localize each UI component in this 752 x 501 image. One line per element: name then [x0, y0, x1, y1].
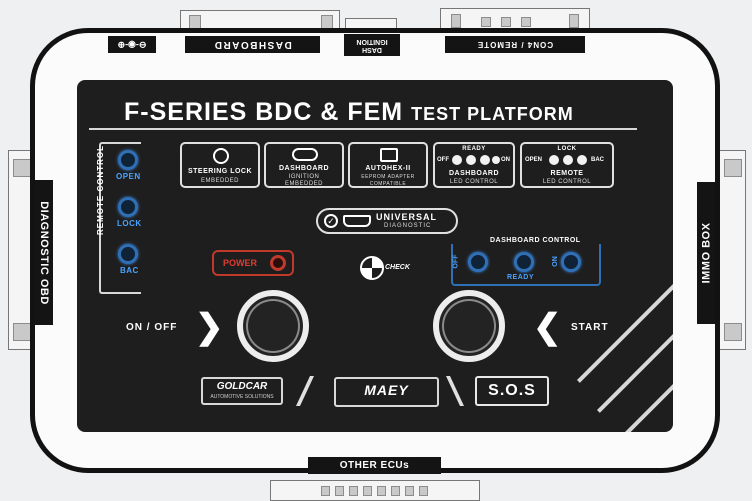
tile-steering-lock: STEERING LOCK EMBEDDED — [180, 142, 260, 188]
power-label: POWER — [223, 258, 258, 268]
remote-led-open-label: OPEN — [525, 157, 543, 163]
immo-connector — [718, 150, 746, 350]
sos-logo: S.O.S — [475, 376, 549, 406]
start-knob[interactable] — [433, 290, 505, 362]
dashboard-led-2 — [466, 155, 476, 165]
other-ecus-connector — [270, 480, 480, 501]
diagnostic-obd-label: DIAGNOSTIC OBD — [35, 180, 53, 325]
power-led — [270, 255, 286, 271]
remote-lock-button[interactable] — [118, 197, 138, 217]
dash-ready-label: READY — [507, 274, 535, 281]
tile-dashboard-led: READY OFF ON DASHBOARD LED CONTROL — [433, 142, 515, 188]
remote-led-bac-label: BAC — [591, 157, 604, 163]
goldcar-logo: GOLDCAR AUTOMOTIVE SOLUTIONS — [201, 377, 283, 405]
panel-subtitle: TEST PLATFORM — [411, 104, 574, 124]
power-indicator: POWER — [212, 250, 294, 276]
immo-box-label: IMMO BOX — [697, 182, 715, 324]
check-circle-icon: ✓ — [324, 214, 338, 228]
remote-bac-button[interactable] — [118, 244, 138, 264]
remote-led-1 — [549, 155, 559, 165]
diagnostic-label: DIAGNOSTIC — [384, 223, 432, 229]
control-panel: F-SERIES BDC & FEM TEST PLATFORM REMOTE … — [77, 80, 673, 432]
start-label: START — [571, 322, 609, 333]
tile-autohex: AUTOHEX-II EEPROM ADAPTER COMPATIBLE — [348, 142, 428, 188]
dash-off-button[interactable] — [468, 252, 488, 272]
dash-off-label: OFF — [452, 254, 460, 269]
remote-bac-label: BAC — [120, 266, 139, 275]
remote-led-3 — [577, 155, 587, 165]
dashboard-led-1 — [452, 155, 462, 165]
check-logo-icon — [360, 256, 384, 280]
chevron-left-icon: ❮ — [533, 308, 562, 346]
other-ecus-label: OTHER ECUs — [308, 457, 441, 474]
dashboard-led-3 — [480, 155, 490, 165]
remote-control-label: REMOTE CONTROL — [96, 145, 105, 235]
dashboard-led-on-label: ON — [501, 157, 510, 163]
maey-logo: MAEY — [334, 377, 439, 407]
remote-led-2 — [563, 155, 573, 165]
dash-on-button[interactable] — [561, 252, 581, 272]
power-jack-label: ⊖-◉-⊕ — [108, 36, 156, 53]
tile-dashboard-ignition: DASHBOARD IGNITION EMBEDDED — [264, 142, 344, 188]
dashboard-gauge-icon — [292, 148, 318, 161]
dashboard-port-label: DASHBOARD — [185, 36, 320, 53]
universal-label: UNIVERSAL — [376, 212, 438, 222]
remote-open-label: OPEN — [116, 172, 141, 181]
on-off-label: ON / OFF — [126, 322, 178, 333]
remote-lock-label: LOCK — [117, 219, 142, 228]
dash-ready-button[interactable] — [514, 252, 534, 272]
on-off-knob[interactable] — [237, 290, 309, 362]
panel-title: F-SERIES BDC & FEM TEST PLATFORM — [124, 98, 574, 126]
check-logo-label: CHECK — [385, 264, 410, 271]
remote-port-label: CON4 / REMOTE — [445, 36, 585, 53]
dash-ignition-label: DASH IGNITION — [344, 34, 400, 56]
logo-divider-left — [296, 376, 314, 406]
dashboard-led-off-label: OFF — [437, 157, 449, 163]
universal-diagnostic-badge: ✓ UNIVERSAL DIAGNOSTIC — [316, 208, 458, 234]
steering-wheel-icon — [213, 148, 229, 164]
dash-on-label: ON — [551, 256, 559, 267]
dashboard-led-4 — [492, 156, 500, 164]
title-underline — [89, 128, 637, 130]
remote-open-button[interactable] — [118, 150, 138, 170]
chevron-right-icon: ❯ — [195, 308, 224, 346]
adapter-icon — [380, 148, 398, 162]
test-platform-board: ⊖-◉-⊕ DASHBOARD DASH IGNITION CON4 / REM… — [0, 0, 752, 501]
logo-divider-right — [446, 376, 464, 406]
tile-remote-led: LOCK OPEN BAC REMOTE LED CONTROL — [520, 142, 614, 188]
obd-plug-icon — [343, 215, 371, 227]
dashboard-control-label: DASHBOARD CONTROL — [487, 237, 584, 244]
